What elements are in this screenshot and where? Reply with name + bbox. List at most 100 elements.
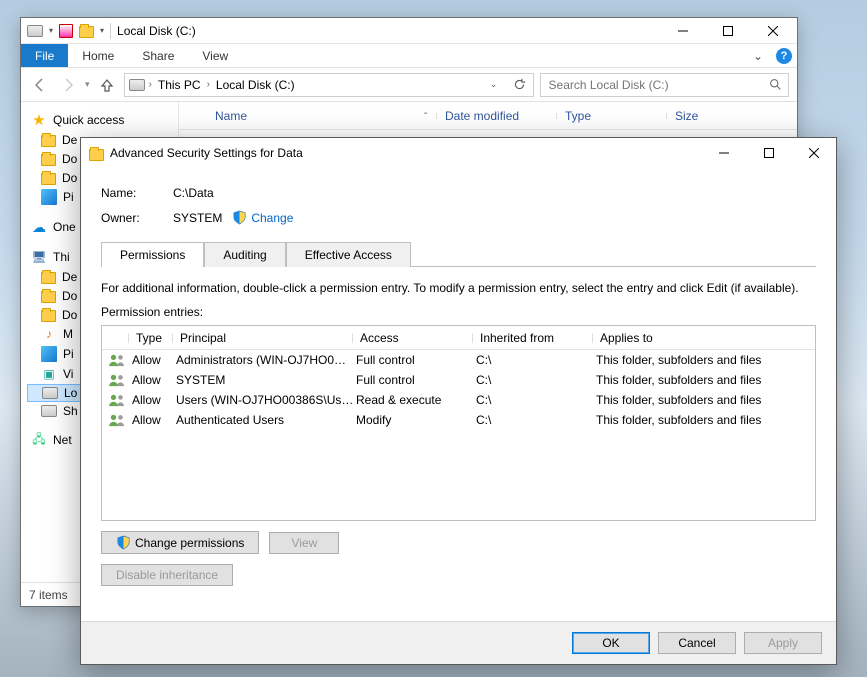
folder-icon [41, 173, 56, 185]
dialog-maximize-button[interactable] [746, 140, 791, 166]
column-date[interactable]: Date modified [437, 109, 557, 123]
grid-col-type[interactable]: Type [132, 331, 176, 345]
permissions-grid: Type Principal Access Inherited from App… [101, 325, 816, 521]
shield-icon [232, 210, 247, 225]
search-icon[interactable] [769, 78, 782, 91]
refresh-button[interactable] [509, 74, 531, 96]
ribbon-tab-home[interactable]: Home [68, 44, 128, 67]
search-box[interactable] [540, 73, 789, 97]
row-principal: Authenticated Users [176, 413, 356, 427]
column-label: Name [215, 109, 247, 123]
cloud-icon: ☁ [31, 219, 47, 235]
sidebar-item-label: Do [62, 308, 77, 322]
sidebar-item-label: Do [62, 152, 77, 166]
sidebar-item-label: De [62, 133, 77, 147]
dialog-footer: OK Cancel Apply [81, 621, 836, 664]
row-applies: This folder, subfolders and files [596, 393, 809, 407]
permission-row[interactable]: AllowUsers (WIN-OJ7HO00386S\Us…Read & ex… [102, 390, 815, 410]
ok-button[interactable]: OK [572, 632, 650, 654]
grid-col-applies[interactable]: Applies to [596, 331, 809, 345]
maximize-button[interactable] [705, 18, 750, 44]
help-button[interactable]: ? [771, 44, 797, 67]
ribbon-tab-file[interactable]: File [21, 44, 68, 67]
ribbon-tabs: File Home Share View ⌄ ? [21, 44, 797, 68]
button-label: Change permissions [135, 536, 244, 550]
apply-button[interactable]: Apply [744, 632, 822, 654]
chevron-right-icon[interactable]: › [149, 79, 152, 90]
row-inherited: C:\ [476, 393, 596, 407]
minimize-button[interactable] [660, 18, 705, 44]
qat-newfolder-icon[interactable] [79, 26, 94, 38]
grid-col-inherited[interactable]: Inherited from [476, 331, 596, 345]
grid-col-principal[interactable]: Principal [176, 331, 356, 345]
sidebar-item-label: De [62, 270, 77, 284]
nav-recent-caret-icon[interactable]: ▾ [85, 79, 90, 90]
row-inherited: C:\ [476, 413, 596, 427]
change-owner-link[interactable]: Change [251, 211, 293, 225]
qat-customize-caret-icon[interactable]: ▾ [100, 26, 104, 35]
tab-permissions[interactable]: Permissions [101, 242, 204, 267]
tab-auditing[interactable]: Auditing [204, 242, 285, 267]
network-icon: 🖧 [31, 432, 47, 448]
owner-value: SYSTEM [173, 211, 222, 225]
nav-forward-button[interactable] [57, 74, 79, 96]
folder-icon [41, 272, 56, 284]
sidebar-label: Quick access [53, 113, 124, 127]
column-type[interactable]: Type [557, 109, 667, 123]
view-button[interactable]: View [269, 532, 339, 554]
row-applies: This folder, subfolders and files [596, 413, 809, 427]
ribbon-expand-icon[interactable]: ⌄ [745, 44, 771, 67]
grid-col-access[interactable]: Access [356, 331, 476, 345]
permission-row[interactable]: AllowAuthenticated UsersModifyC:\This fo… [102, 410, 815, 430]
pictures-icon [41, 346, 57, 362]
ribbon-tab-share[interactable]: Share [128, 44, 188, 67]
drive-icon [41, 405, 57, 417]
people-icon [108, 373, 132, 387]
tab-effective-access[interactable]: Effective Access [286, 242, 411, 267]
permission-row[interactable]: AllowAdministrators (WIN-OJ7HO0…Full con… [102, 350, 815, 370]
shield-icon [116, 535, 131, 550]
sidebar-quick-access[interactable]: ★Quick access [27, 110, 178, 130]
disable-inheritance-button[interactable]: Disable inheritance [101, 564, 233, 586]
people-icon [108, 413, 132, 427]
people-icon [108, 353, 132, 367]
address-dropdown-button[interactable]: ⌄ [483, 74, 505, 96]
permissions-description: For additional information, double-click… [101, 281, 816, 295]
change-permissions-button[interactable]: Change permissions [101, 531, 259, 554]
close-button[interactable] [750, 18, 795, 44]
sidebar-item-label: Pi [63, 347, 74, 361]
breadcrumb-thispc[interactable]: This PC [156, 78, 203, 92]
qat-caret-icon[interactable]: ▾ [49, 26, 53, 35]
row-inherited: C:\ [476, 373, 596, 387]
row-access: Read & execute [356, 393, 476, 407]
address-bar[interactable]: › This PC › Local Disk (C:) ⌄ [124, 73, 534, 97]
chevron-right-icon[interactable]: › [207, 79, 210, 90]
sidebar-item-label: Do [62, 171, 77, 185]
cancel-button[interactable]: Cancel [658, 632, 736, 654]
qat-properties-icon[interactable] [59, 24, 73, 38]
nav-up-button[interactable] [96, 74, 118, 96]
search-input[interactable] [547, 77, 769, 93]
breadcrumb-drive[interactable]: Local Disk (C:) [214, 78, 297, 92]
folder-icon [41, 135, 56, 147]
sidebar-item-label: Do [62, 289, 77, 303]
security-dialog: Advanced Security Settings for Data Name… [80, 137, 837, 665]
nav-toolbar: ▾ › This PC › Local Disk (C:) ⌄ [21, 68, 797, 102]
address-drive-icon [129, 79, 145, 91]
sidebar-item-label: Vi [63, 367, 73, 381]
row-type: Allow [132, 413, 176, 427]
sidebar-item-label: Lo [64, 386, 77, 400]
nav-back-button[interactable] [29, 74, 51, 96]
column-name[interactable]: Name⌃ [207, 109, 437, 123]
column-size[interactable]: Size [667, 109, 747, 123]
row-type: Allow [132, 393, 176, 407]
folder-icon [41, 291, 56, 303]
row-principal: SYSTEM [176, 373, 356, 387]
ribbon-tab-view[interactable]: View [188, 44, 242, 67]
permission-row[interactable]: AllowSYSTEMFull controlC:\This folder, s… [102, 370, 815, 390]
row-principal: Users (WIN-OJ7HO00386S\Us… [176, 393, 356, 407]
dialog-titlebar: Advanced Security Settings for Data [81, 138, 836, 168]
sidebar-item-label: M [63, 327, 73, 341]
dialog-minimize-button[interactable] [701, 140, 746, 166]
dialog-close-button[interactable] [791, 140, 836, 166]
